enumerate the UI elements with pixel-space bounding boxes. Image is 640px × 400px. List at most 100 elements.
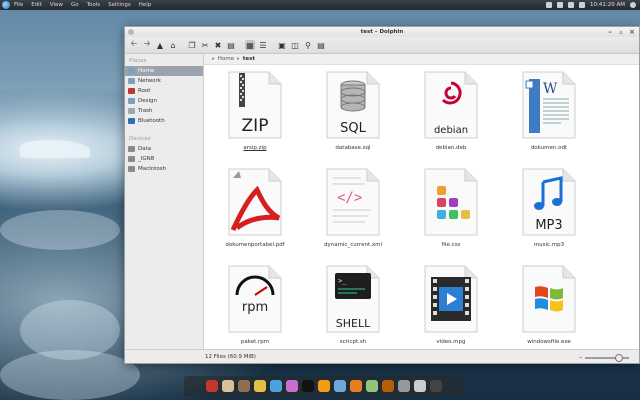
terminal-icon[interactable]: [302, 380, 314, 392]
menu-help[interactable]: Help: [139, 2, 152, 8]
file-item[interactable]: windowsfile.exe: [508, 265, 590, 345]
vlc-icon[interactable]: [318, 380, 330, 392]
file-item[interactable]: W dokumen.odt: [508, 71, 590, 151]
wave: [0, 350, 140, 400]
file-item[interactable]: debian debian.deb: [410, 71, 492, 151]
file-type-label: SQL: [340, 121, 366, 136]
sidebar-item-label: Data: [138, 146, 152, 152]
info-icon[interactable]: ▤: [316, 40, 326, 50]
file-item[interactable]: dokumenportabel.pdf: [214, 168, 296, 248]
sidebar-item-trash[interactable]: Trash: [125, 106, 203, 116]
battery-tray-icon[interactable]: [568, 2, 575, 8]
details-view-icon[interactable]: ☰: [258, 40, 268, 50]
cut-icon[interactable]: ✂: [200, 40, 210, 50]
sidebar-item-design[interactable]: Design: [125, 96, 203, 106]
rpm-icon: rpm: [227, 265, 283, 333]
window-menu-icon[interactable]: [128, 29, 134, 35]
file-type-label: rpm: [241, 300, 269, 315]
back-icon[interactable]: 🡠: [129, 39, 139, 50]
home-icon[interactable]: ⌂: [168, 40, 178, 50]
zoom-slider[interactable]: [585, 353, 629, 362]
menu-settings[interactable]: Settings: [108, 2, 131, 8]
root-folder-icon: [128, 88, 135, 94]
session-icon[interactable]: [630, 2, 636, 8]
sidebar-item-data[interactable]: Data: [125, 144, 203, 154]
file-item[interactable]: rpm paket.rpm: [214, 265, 296, 345]
file-type-label: MP3: [535, 218, 563, 233]
menu-go[interactable]: Go: [71, 2, 79, 8]
sidebar-item-label: Root: [138, 88, 151, 94]
writer-icon[interactable]: [334, 380, 346, 392]
sidebar-item-label: MacIntosh: [138, 166, 167, 172]
top-panel: File Edit View Go Tools Settings Help 10…: [0, 0, 640, 10]
search-icon[interactable]: ⚲: [303, 40, 313, 50]
zoom-out-icon[interactable]: –: [579, 354, 582, 361]
sidebar-item-ign8[interactable]: _IGN8: [125, 154, 203, 164]
zoom-slider-handle[interactable]: [615, 353, 624, 362]
breadcrumb-home[interactable]: Home: [218, 56, 234, 62]
menu-view[interactable]: View: [50, 2, 63, 8]
music-icon[interactable]: [414, 380, 426, 392]
file-item[interactable]: file.css: [410, 168, 492, 248]
anchor-icon[interactable]: [206, 380, 218, 392]
maximize-button[interactable]: ▵: [617, 28, 625, 36]
files-icon[interactable]: [222, 380, 234, 392]
archive-icon[interactable]: [382, 380, 394, 392]
file-item[interactable]: MP3 music.mp3: [508, 168, 590, 248]
copy-icon[interactable]: ❐: [187, 40, 197, 50]
bluetooth-icon: [128, 118, 135, 124]
sidebar-item-network[interactable]: Network: [125, 76, 203, 86]
file-name: paket.rpm: [240, 339, 270, 345]
camera-icon[interactable]: [398, 380, 410, 392]
minimize-button[interactable]: –: [606, 28, 614, 36]
gear-icon[interactable]: [286, 380, 298, 392]
menu-edit[interactable]: Edit: [31, 2, 42, 8]
up-icon[interactable]: ▲: [155, 40, 165, 50]
browser-icon[interactable]: [270, 380, 282, 392]
sidebar-item-root[interactable]: Root: [125, 86, 203, 96]
window-title: test – Dolphin: [360, 29, 404, 35]
icons-view-icon[interactable]: ▦: [245, 40, 255, 50]
zoom-control: –: [579, 353, 629, 362]
svg-text:>_: >_: [338, 277, 347, 285]
chevron-right-icon: ▸: [212, 56, 215, 62]
sidebar-item-label: Home: [138, 68, 155, 74]
impress-icon[interactable]: [350, 380, 362, 392]
file-item[interactable]: ZIP arsip.zip: [214, 71, 296, 151]
sidebar-item-label: Bluetooth: [138, 118, 165, 124]
notifications-tray-icon[interactable]: [579, 2, 586, 8]
clock[interactable]: 10:41:20 AM: [590, 2, 625, 8]
file-item[interactable]: </> dynamic_current.xml: [312, 168, 394, 248]
gimp-icon[interactable]: [238, 380, 250, 392]
menu-file[interactable]: File: [14, 2, 23, 8]
dock: [184, 376, 464, 396]
file-name: dokumenportabel.pdf: [225, 242, 285, 248]
debian-icon: debian: [423, 71, 479, 139]
file-name: arsip.zip: [243, 145, 267, 151]
preview-icon[interactable]: ▣: [277, 40, 287, 50]
sidebar-item-home[interactable]: Home: [125, 66, 203, 76]
file-item[interactable]: SQL database.sql: [312, 71, 394, 151]
window-titlebar[interactable]: test – Dolphin – ▵ ×: [125, 27, 639, 37]
file-item[interactable]: >_ SHELL scricpt.sh: [312, 265, 394, 345]
zip-icon: ZIP: [227, 71, 283, 139]
application-launcher-icon[interactable]: [2, 1, 10, 9]
file-item[interactable]: video.mpg: [410, 265, 492, 345]
close-button[interactable]: ×: [628, 28, 636, 36]
forward-icon[interactable]: 🡢: [142, 39, 152, 50]
menu-tools[interactable]: Tools: [87, 2, 101, 8]
delete-icon[interactable]: ✖: [213, 40, 223, 50]
network-tray-icon[interactable]: [546, 2, 553, 8]
monitor-icon[interactable]: [430, 380, 442, 392]
breadcrumb-current[interactable]: test: [243, 56, 255, 62]
chrome-icon[interactable]: [254, 380, 266, 392]
sidebar-item-bluetooth[interactable]: Bluetooth: [125, 116, 203, 126]
paste-icon[interactable]: ▤: [226, 40, 236, 50]
split-icon[interactable]: ◫: [290, 40, 300, 50]
file-type-label: debian: [433, 125, 469, 136]
volume-tray-icon[interactable]: [557, 2, 564, 8]
sidebar-item-macintosh[interactable]: MacIntosh: [125, 164, 203, 174]
css-icon: [423, 168, 479, 236]
music-icon: MP3: [521, 168, 577, 236]
calc-icon[interactable]: [366, 380, 378, 392]
